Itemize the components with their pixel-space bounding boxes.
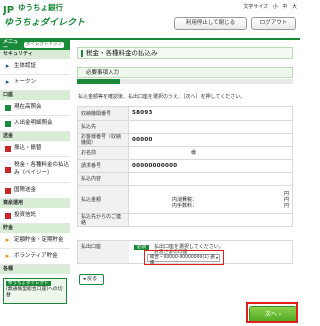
sidebar-item-label: ボランティア貯金	[14, 252, 58, 259]
row-value: 58093	[128, 106, 293, 121]
sidebar-item-biometric[interactable]: ▸ 生体認証	[0, 59, 70, 75]
font-size-small[interactable]: 小	[273, 4, 278, 10]
promo-text: (無通帳型総合口座)への切替	[6, 286, 63, 298]
bank-name: ゆうちょ銀行	[18, 3, 63, 12]
chevron-right-icon: ▸	[5, 78, 10, 87]
row-label: 払込先からのご連絡	[77, 213, 129, 227]
chevron-right-icon: ▸	[5, 252, 10, 261]
table-row: 収納機関番号 58093	[77, 106, 293, 121]
menu-bar: メニュー ダイレクトトップ	[0, 39, 70, 51]
font-size-large[interactable]: 大	[292, 4, 297, 10]
sidebar-item-label: 国際送金	[14, 186, 37, 193]
pay-account-label: 払出口座	[78, 241, 129, 263]
main-content: 税金・各種料金の払込み 必要事項入力 払込金額等を確認後、払出口座を選択のうえ、…	[72, 40, 300, 326]
logout-button[interactable]: ログアウト	[251, 17, 296, 30]
instruction-text: 払込金額等を確認後、払出口座を選択のうえ、［次へ］を押してください。	[78, 94, 246, 100]
security-heading: セキュリティ	[0, 50, 70, 59]
sidebar-item-label: 生体認証	[14, 62, 37, 69]
table-row: 払込先	[77, 120, 293, 134]
title-accent	[81, 50, 83, 57]
sidebar-item-label: 税金・各種料金の払込み（ペイジー）	[14, 162, 70, 176]
table-row: お客様番号（収納機関） 00000	[77, 133, 293, 147]
balance-icon	[4, 104, 11, 111]
table-row: 払込先からのご連絡	[77, 213, 293, 227]
table-row: 払込金額 円 内消費税： 円 内手数料： 円	[77, 185, 293, 214]
table-row: お名前 様	[77, 146, 293, 160]
sidebar-item-label: トークン	[14, 78, 37, 85]
table-row: 払込内容	[77, 172, 293, 186]
row-label: 払込先	[77, 120, 129, 134]
sidebar-item-investment[interactable]: 投資信託	[0, 208, 70, 224]
highlight-select	[144, 250, 224, 265]
statement-icon	[4, 120, 11, 127]
fee-unit: 円	[283, 202, 289, 209]
highlight-next	[246, 302, 298, 323]
fee-cell: 円 内消費税： 円 内手数料： 円	[128, 185, 293, 214]
svg-text:JP: JP	[3, 5, 14, 15]
sidebar-item-international[interactable]: 国際送金	[0, 183, 70, 199]
row-value	[128, 172, 293, 186]
transfer-heading: 送金	[0, 132, 70, 141]
promo-tag: ゆうちょダイレクト	[6, 281, 51, 287]
font-size-control: 文字サイズ 小 中 大	[243, 4, 297, 10]
invest-heading: 資産運用	[0, 199, 70, 208]
account-heading: 口座	[0, 91, 70, 100]
row-value: 00000000000	[128, 159, 293, 173]
sidebar-item-statement[interactable]: 入出金明細照会	[0, 116, 70, 132]
row-value: 00000	[128, 133, 293, 147]
investment-icon	[4, 212, 11, 219]
sidebar-item-volunteer[interactable]: ▸ ボランティア貯金	[0, 249, 70, 265]
stop-and-close-button[interactable]: 利用停止して閉じる	[174, 17, 247, 30]
page: JP ゆうちょ銀行 ゆうちょダイレクト 文字サイズ 小 中 大 利用停止して閉じ…	[0, 0, 300, 326]
step-progress-fill	[77, 79, 121, 84]
passbookless-switch-banner[interactable]: ゆうちょダイレクト (無通帳型総合口座)への切替	[3, 278, 67, 304]
page-title: 税金・各種料金の払込み	[86, 49, 158, 57]
step-header: 必要事項入力	[77, 67, 293, 78]
sidebar-item-label: 現在高照会	[14, 103, 42, 110]
sidebar-item-label: 振込・振替	[14, 144, 42, 151]
jp-logo-icon: JP	[3, 3, 17, 15]
row-label: 請求番号	[77, 159, 129, 173]
sidebar-item-transfer[interactable]: 振込・振替	[0, 141, 70, 157]
sidebar-item-label: 入出金明細照会	[14, 119, 53, 126]
header: JP ゆうちょ銀行 ゆうちょダイレクト 文字サイズ 小 中 大 利用停止して閉じ…	[0, 0, 300, 39]
brand-title: ゆうちょダイレクト	[4, 18, 86, 28]
direct-top-link[interactable]: ダイレクトトップ	[24, 42, 64, 48]
font-size-label: 文字サイズ	[243, 4, 269, 10]
sidebar: メニュー ダイレクトトップ セキュリティ ▸ 生体認証 ▸ トークン 口座 現在…	[0, 39, 70, 326]
settings-heading: 各種	[0, 265, 70, 274]
back-button-label: 戻る	[87, 276, 98, 282]
payment-icon	[4, 166, 11, 173]
fee-label: 内手数料：	[172, 202, 198, 209]
chevron-right-icon: ▸	[5, 62, 10, 71]
transfer-icon	[4, 145, 11, 152]
savings-heading: 貯金	[0, 224, 70, 233]
payment-details-table: 収納機関番号 58093 払込先 お客様番号（収納機関） 00000 お名前 様…	[77, 106, 293, 227]
row-label: お名前	[77, 146, 129, 160]
row-value	[128, 213, 293, 227]
row-value	[128, 120, 293, 134]
sidebar-item-balance[interactable]: 現在高照会	[0, 100, 70, 116]
chevron-right-icon: ▸	[5, 236, 10, 245]
row-label: お客様番号（収納機関）	[77, 133, 129, 147]
row-value: 様	[128, 146, 293, 160]
table-row: 請求番号 00000000000	[77, 159, 293, 173]
page-title-box: 税金・各種料金の払込み	[77, 47, 293, 59]
globe-icon	[4, 187, 11, 194]
sidebar-item-fixed-savings[interactable]: ▸ 定額貯金・定期貯金	[0, 233, 70, 249]
row-label: 払込内容	[77, 172, 129, 186]
row-label: 払込金額	[77, 185, 129, 214]
sidebar-item-token[interactable]: ▸ トークン	[0, 75, 70, 91]
font-size-medium[interactable]: 中	[282, 4, 287, 10]
back-button[interactable]: ◂ 戻る	[79, 274, 104, 285]
step-label: 必要事項入力	[86, 70, 120, 76]
step-progress-bar	[77, 79, 293, 84]
sidebar-item-label: 投資信託	[14, 211, 37, 218]
sidebar-item-payeasy[interactable]: 税金・各種料金の払込み（ペイジー）	[0, 157, 70, 183]
sidebar-item-label: 定額貯金・定期貯金	[14, 236, 64, 243]
row-label: 収納機関番号	[77, 106, 129, 121]
fee-row: 内手数料： 円	[132, 203, 289, 209]
